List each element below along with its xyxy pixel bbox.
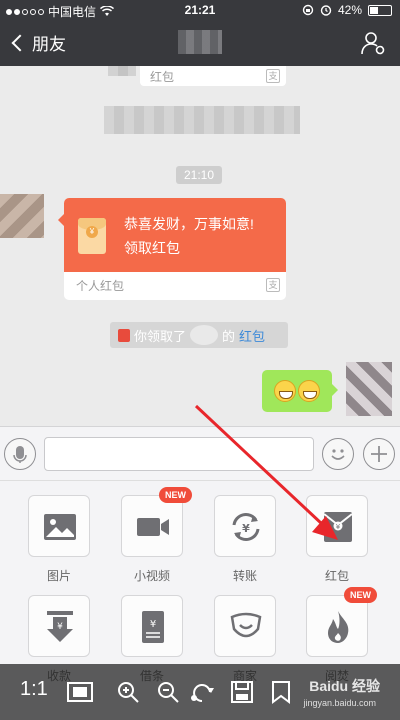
red-packet-label: 红包 <box>324 569 349 583</box>
bubble-tail <box>332 384 338 396</box>
microphone-icon <box>13 446 27 463</box>
bubble-tail <box>58 214 64 226</box>
zoom-out-icon[interactable] <box>156 680 180 704</box>
red-packet-icon: ¥ <box>323 512 353 542</box>
earlier-red-packet-card[interactable]: 红包 支 <box>140 66 286 86</box>
back-button[interactable]: 朋友 <box>10 30 66 55</box>
zoom-in-icon[interactable] <box>116 680 140 704</box>
baidu-watermark: Baidu 经验 <box>309 678 380 694</box>
new-badge: NEW <box>159 487 192 503</box>
red-packet-greeting: 恭喜发财，万事如意! <box>124 216 254 232</box>
baidu-watermark-url: jingyan.baidu.com <box>303 698 376 708</box>
actual-size-button[interactable]: 1:1 <box>20 678 48 701</box>
red-packet-button[interactable]: ¥ <box>306 495 368 557</box>
battery-icon <box>368 4 392 16</box>
image-button[interactable] <box>28 495 90 557</box>
blurred-sender-name <box>190 325 219 345</box>
merchant-icon <box>230 612 262 638</box>
wechat-chat-screen: 中国电信 21:21 42% 朋友 红包 支 21:10 ¥ 恭喜发财，万事如意… <box>0 0 400 720</box>
red-packet-type: 个人红包 <box>76 279 125 293</box>
svg-text:¥: ¥ <box>57 622 63 632</box>
claimed-red-packet-notice: 你领取了 的 红包 <box>110 322 288 348</box>
fire-icon <box>328 611 349 643</box>
new-badge: NEW <box>344 587 377 603</box>
chevron-left-icon <box>11 34 29 51</box>
wechat-pay-mark-icon: 支 <box>266 278 280 292</box>
receive-money-icon: ¥ <box>47 611 73 642</box>
transfer-button[interactable]: ¥ <box>214 495 276 557</box>
message-input-bar <box>0 426 400 480</box>
earlier-red-packet-label: 红包 <box>150 70 175 84</box>
receive-money-button[interactable]: ¥ <box>28 595 90 657</box>
save-icon[interactable] <box>230 680 254 704</box>
sent-emoji-message[interactable] <box>262 370 338 412</box>
merchant-button[interactable] <box>214 595 276 657</box>
transfer-label: 转账 <box>232 569 257 583</box>
grinning-face-icon <box>298 380 320 402</box>
image-viewer-toolbar: 1:1 Baidu 经验 jingyan.baidu.com <box>0 664 400 720</box>
nav-bar: 朋友 <box>0 20 400 66</box>
red-packet-message[interactable]: ¥ 恭喜发财，万事如意! 领取红包 个人红包 支 <box>58 198 286 300</box>
fit-screen-icon[interactable] <box>66 680 94 704</box>
chat-history[interactable]: 红包 支 21:10 ¥ 恭喜发财，万事如意! 领取红包 个人红包 支 你领取了… <box>0 66 400 426</box>
svg-text:¥: ¥ <box>150 619 156 630</box>
notice-prefix: 你领取了 <box>134 328 187 344</box>
transfer-icon: ¥ <box>232 513 260 541</box>
rotate-icon[interactable] <box>190 680 216 704</box>
short-video-label: 小视频 <box>133 569 170 583</box>
iou-icon: ¥ <box>142 611 164 643</box>
red-packet-link[interactable]: 红包 <box>239 326 265 345</box>
friend-avatar[interactable] <box>0 194 44 238</box>
short-video-button[interactable] <box>121 495 183 557</box>
grinning-face-icon <box>274 380 296 402</box>
message-timestamp: 21:10 <box>176 166 222 184</box>
voice-input-button[interactable] <box>4 438 36 470</box>
red-packet-claim-text: 领取红包 <box>124 240 180 256</box>
more-options-button[interactable] <box>363 438 395 470</box>
burn-after-reading-button[interactable] <box>306 595 368 657</box>
blurred-avatar <box>108 66 136 76</box>
message-text-input[interactable] <box>44 437 314 471</box>
blurred-contact-name <box>178 30 222 54</box>
contact-info-icon[interactable] <box>360 30 386 56</box>
wechat-pay-mark-icon: 支 <box>266 69 280 83</box>
my-avatar[interactable] <box>346 362 392 416</box>
image-label: 图片 <box>46 569 71 583</box>
status-right: 42% <box>302 3 392 17</box>
iou-button[interactable]: ¥ <box>121 595 183 657</box>
video-camera-icon <box>137 518 169 536</box>
back-label: 朋友 <box>32 35 66 54</box>
bookmark-icon[interactable] <box>270 680 292 704</box>
alarm-clock-icon <box>320 5 332 16</box>
svg-text:¥: ¥ <box>336 523 341 531</box>
plus-icon <box>371 446 387 462</box>
blurred-system-message <box>104 106 300 134</box>
battery-percent: 42% <box>337 3 362 17</box>
notice-suffix: 的 <box>222 328 236 344</box>
image-icon <box>44 514 76 540</box>
status-bar: 中国电信 21:21 42% <box>0 0 400 20</box>
smiley-icon <box>331 449 345 460</box>
rotation-lock-icon <box>302 4 314 16</box>
mini-red-envelope-icon <box>118 328 130 342</box>
red-envelope-icon: ¥ <box>78 218 106 254</box>
emoji-button[interactable] <box>322 438 354 470</box>
svg-text:¥: ¥ <box>242 522 250 535</box>
